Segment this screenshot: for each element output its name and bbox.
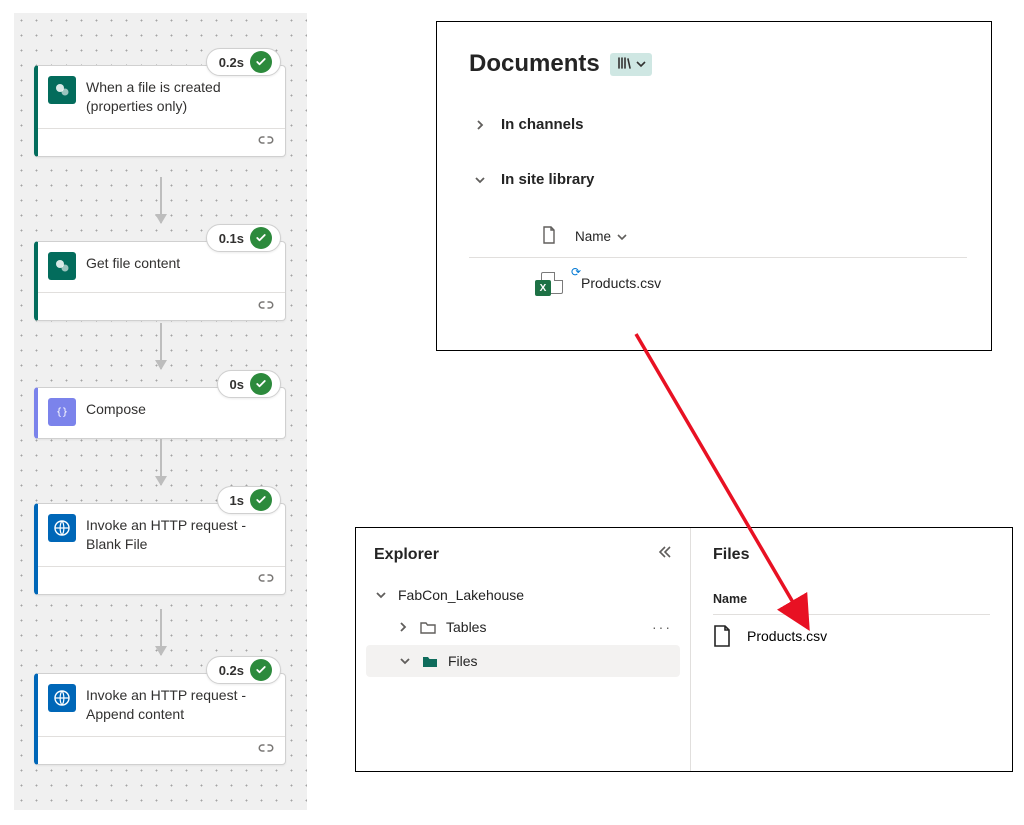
files-pane-title: Files bbox=[713, 546, 990, 564]
file-row[interactable]: Products.csv bbox=[713, 615, 990, 657]
chevron-right-icon bbox=[473, 119, 487, 131]
run-duration: 0.2s bbox=[219, 55, 244, 70]
chevron-down-icon bbox=[398, 655, 412, 667]
http-globe-icon bbox=[48, 684, 76, 712]
tree-node-lakehouse[interactable]: FabCon_Lakehouse bbox=[356, 579, 690, 611]
run-duration-badge: 0.2s bbox=[206, 48, 281, 76]
file-icon bbox=[541, 226, 557, 247]
chevron-right-icon bbox=[396, 621, 410, 633]
section-in-channels[interactable]: In channels bbox=[469, 106, 967, 143]
more-options-icon[interactable]: ··· bbox=[652, 619, 672, 635]
http-globe-icon bbox=[48, 514, 76, 542]
step-title: When a file is created (properties only) bbox=[86, 76, 273, 116]
column-header-label: Name bbox=[575, 229, 611, 244]
file-row[interactable]: X ⟳ Products.csv bbox=[469, 258, 967, 308]
file-name: Products.csv bbox=[581, 275, 661, 291]
explorer-title: Explorer bbox=[374, 546, 439, 564]
excel-file-icon: X bbox=[541, 272, 563, 294]
sharepoint-icon bbox=[48, 252, 76, 280]
flow-step-http-append[interactable]: 0.2s Invoke an HTTP request - Append con… bbox=[34, 673, 286, 765]
step-title: Invoke an HTTP request - Blank File bbox=[86, 514, 273, 554]
library-icon bbox=[616, 55, 632, 74]
collapse-icon[interactable] bbox=[656, 544, 672, 565]
column-header-name[interactable]: Name bbox=[575, 229, 627, 244]
link-icon bbox=[257, 133, 275, 151]
success-check-icon bbox=[250, 659, 272, 681]
run-duration-badge: 0s bbox=[217, 370, 281, 398]
step-title: Invoke an HTTP request - Append content bbox=[86, 684, 273, 724]
tree-node-label: FabCon_Lakehouse bbox=[398, 587, 524, 603]
tree-node-files[interactable]: Files bbox=[366, 645, 680, 677]
view-selector[interactable] bbox=[610, 53, 652, 76]
step-title: Get file content bbox=[86, 252, 180, 273]
tree-node-label: Files bbox=[448, 653, 478, 669]
success-check-icon bbox=[250, 51, 272, 73]
section-label: In site library bbox=[501, 171, 594, 188]
svg-text:{}: {} bbox=[56, 407, 68, 418]
folder-outline-icon bbox=[420, 620, 436, 634]
compose-icon: {} bbox=[48, 398, 76, 426]
sharepoint-icon bbox=[48, 76, 76, 104]
run-duration: 0.2s bbox=[219, 663, 244, 678]
column-header-name: Name bbox=[713, 592, 990, 606]
folder-solid-icon bbox=[422, 654, 438, 668]
run-duration: 0s bbox=[230, 377, 244, 392]
run-duration: 0.1s bbox=[219, 231, 244, 246]
section-in-site-library[interactable]: In site library bbox=[469, 161, 967, 198]
run-duration-badge: 1s bbox=[217, 486, 281, 514]
file-name: Products.csv bbox=[747, 628, 827, 644]
explorer-panel: Explorer FabCon_Lakehouse Tables ··· bbox=[355, 527, 1013, 772]
sync-indicator-icon: ⟳ bbox=[571, 265, 581, 279]
documents-title: Documents bbox=[469, 50, 600, 78]
flow-step-http-blank-file[interactable]: 1s Invoke an HTTP request - Blank File bbox=[34, 503, 286, 595]
run-duration: 1s bbox=[230, 493, 244, 508]
flow-step-compose[interactable]: 0s {} Compose bbox=[34, 387, 286, 439]
column-header-row: Name bbox=[469, 216, 967, 257]
link-icon bbox=[257, 298, 275, 316]
tree-node-label: Tables bbox=[446, 619, 486, 635]
documents-panel: Documents In channels In site library Na… bbox=[436, 21, 992, 351]
run-duration-badge: 0.1s bbox=[206, 224, 281, 252]
section-label: In channels bbox=[501, 116, 584, 133]
tree-node-tables[interactable]: Tables ··· bbox=[356, 611, 690, 643]
link-icon bbox=[257, 571, 275, 589]
link-icon bbox=[257, 741, 275, 759]
flow-step-get-file-content[interactable]: 0.1s Get file content bbox=[34, 241, 286, 321]
file-icon bbox=[713, 625, 731, 647]
chevron-down-icon bbox=[636, 56, 646, 72]
chevron-down-icon bbox=[473, 174, 487, 186]
flow-canvas: 0.2s When a file is created (properties … bbox=[14, 13, 307, 810]
step-title: Compose bbox=[86, 398, 146, 419]
success-check-icon bbox=[250, 373, 272, 395]
flow-step-trigger[interactable]: 0.2s When a file is created (properties … bbox=[34, 65, 286, 157]
chevron-down-icon bbox=[617, 232, 627, 242]
chevron-down-icon bbox=[374, 589, 388, 601]
run-duration-badge: 0.2s bbox=[206, 656, 281, 684]
success-check-icon bbox=[250, 489, 272, 511]
success-check-icon bbox=[250, 227, 272, 249]
